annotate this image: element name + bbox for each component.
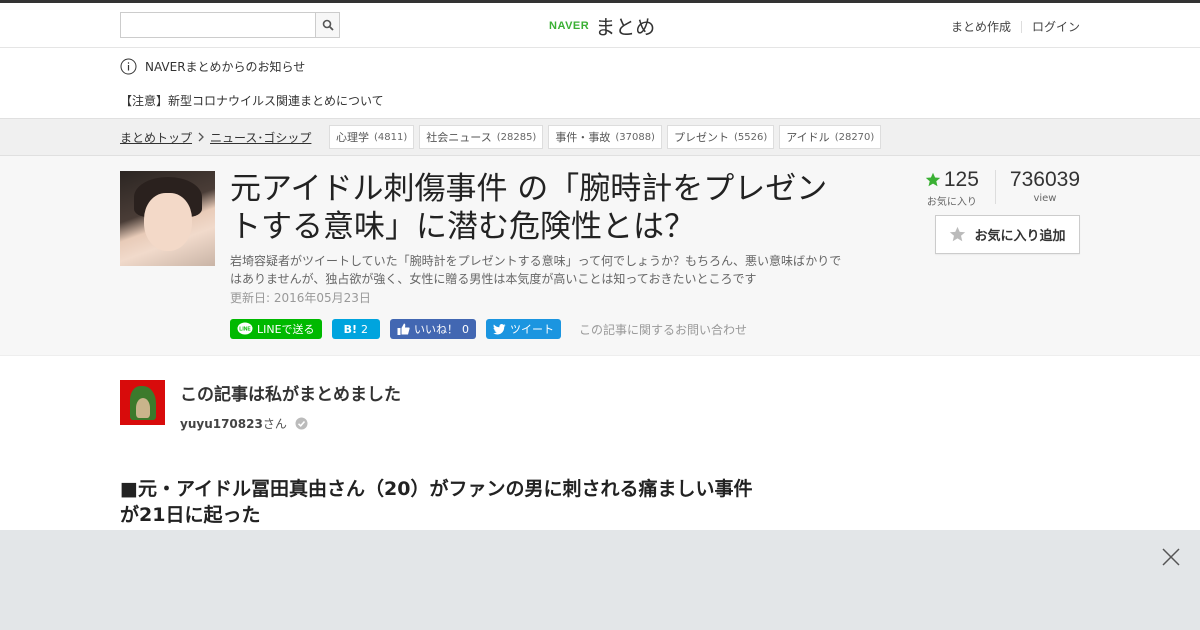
info-icon bbox=[120, 58, 137, 75]
breadcrumb-category[interactable]: ニュース･ゴシップ bbox=[210, 129, 311, 146]
facebook-like-button[interactable]: いいね！ 0 bbox=[389, 319, 476, 339]
line-share-button[interactable]: LINE LINEで送る bbox=[230, 319, 322, 339]
tag-label: 事件・事故 bbox=[555, 131, 611, 144]
verified-check-icon bbox=[295, 417, 308, 430]
hatena-count: 2 bbox=[360, 322, 368, 336]
search-input[interactable] bbox=[120, 12, 315, 38]
tag-count: (28270) bbox=[834, 131, 875, 143]
breadcrumb-bar: まとめトップ ニュース･ゴシップ 心理学 (4811) 社会ニュース (28285)… bbox=[0, 118, 1200, 156]
tag-psychology[interactable]: 心理学 (4811) bbox=[329, 125, 415, 149]
tag-label: 心理学 bbox=[336, 131, 369, 144]
tweet-label: ツイート bbox=[509, 323, 554, 336]
svg-text:LINE: LINE bbox=[239, 327, 251, 333]
favorites-count: 125 bbox=[943, 168, 979, 191]
views-count: 736039 bbox=[1009, 168, 1080, 191]
thumbs-up-icon bbox=[397, 323, 410, 335]
favorites-label: お気に入り bbox=[926, 197, 977, 208]
facebook-like-label: いいね！ bbox=[413, 323, 458, 336]
tag-social-news[interactable]: 社会ニュース (28285) bbox=[419, 125, 544, 149]
notice-header: NAVERまとめからのお知らせ bbox=[120, 58, 305, 75]
twitter-bird-icon bbox=[492, 323, 506, 335]
author-heading: この記事は私がまとめました bbox=[180, 385, 401, 405]
search-button[interactable] bbox=[315, 12, 340, 38]
tag-count: (37088) bbox=[615, 131, 655, 143]
favorites-stat: 125 お気に入り bbox=[925, 168, 979, 208]
tag-label: プレゼント bbox=[673, 131, 729, 144]
notice-area: NAVERまとめからのお知らせ 【注意】新型コロナウイルス関連まとめについて bbox=[0, 48, 1200, 118]
tag-count: (28285) bbox=[496, 131, 537, 143]
tag-label: 社会ニュース bbox=[426, 131, 492, 144]
article-header: 元アイドル刺傷事件 の「腕時計をプレゼントする意味」に潜む危険性とは？ 岩埼容疑… bbox=[0, 156, 1200, 356]
tweet-button[interactable]: ツイート bbox=[485, 319, 561, 339]
avatar-figure-detail bbox=[136, 398, 150, 418]
hatena-icon: B! bbox=[343, 322, 357, 336]
article-title: 元アイドル刺傷事件 の「腕時計をプレゼントする意味」に潜む危険性とは？ bbox=[230, 171, 828, 245]
login-link[interactable]: ログイン bbox=[1032, 18, 1080, 35]
stats-divider bbox=[994, 170, 996, 204]
header-links: まとめ作成 ログイン bbox=[951, 18, 1080, 35]
line-icon: LINE bbox=[237, 322, 253, 335]
article-stats: 125 お気に入り 736039 view bbox=[925, 168, 1080, 208]
facebook-like-count: 0 bbox=[461, 322, 469, 336]
tag-incidents[interactable]: 事件・事故 (37088) bbox=[548, 125, 662, 149]
breadcrumb: まとめトップ ニュース･ゴシップ bbox=[120, 129, 311, 146]
tag-count: (4811) bbox=[374, 131, 408, 143]
author-name-row: yuyu170823さん bbox=[180, 415, 401, 432]
author-block: この記事は私がまとめました yuyu170823さん bbox=[120, 380, 401, 432]
chevron-right-icon bbox=[198, 131, 204, 145]
tag-list: 心理学 (4811) 社会ニュース (28285) 事件・事故 (37088) プレゼ… bbox=[329, 125, 882, 149]
updated-date: 更新日: 2016年05月23日 bbox=[230, 291, 371, 305]
hatena-bookmark-button[interactable]: B! 2 bbox=[331, 319, 380, 339]
star-outline-icon bbox=[950, 226, 966, 242]
thumbnail-face bbox=[144, 193, 192, 251]
article-thumbnail[interactable] bbox=[120, 171, 215, 266]
bottom-ad-banner bbox=[0, 530, 1200, 630]
notice-link[interactable]: 【注意】新型コロナウイルス関連まとめについて bbox=[120, 92, 384, 109]
search-icon bbox=[322, 19, 334, 31]
close-icon[interactable] bbox=[1162, 548, 1180, 566]
tag-label: アイドル bbox=[786, 131, 830, 144]
article-description: 岩埼容疑者がツイートしていた「腕時計をプレゼントする意味」って何でしょうか？もち… bbox=[230, 254, 842, 286]
section-heading: ■元・アイドル冨田真由さん（20）がファンの男に刺される痛ましい事件が21日に起… bbox=[120, 478, 753, 526]
author-honorific: さん bbox=[262, 417, 287, 431]
contact-link[interactable]: この記事に関するお問い合わせ bbox=[579, 321, 747, 338]
create-matome-link[interactable]: まとめ作成 bbox=[951, 18, 1011, 35]
header-divider bbox=[1020, 20, 1022, 33]
author-name[interactable]: yuyu170823 bbox=[180, 417, 263, 431]
tag-idol[interactable]: アイドル (28270) bbox=[779, 125, 882, 149]
add-favorite-label: お気に入り追加 bbox=[974, 229, 1066, 244]
logo-name: まとめ bbox=[595, 15, 656, 39]
search-box bbox=[120, 12, 340, 38]
social-buttons: LINE LINEで送る B! 2 いいね！ 0 ツイート この記事に関するお問… bbox=[230, 319, 747, 339]
breadcrumb-top[interactable]: まとめトップ bbox=[120, 129, 192, 146]
views-label: view bbox=[1033, 193, 1057, 204]
star-icon bbox=[925, 172, 941, 187]
logo-brand: NAVER bbox=[549, 19, 590, 32]
notice-title: NAVERまとめからのお知らせ bbox=[145, 60, 306, 74]
line-share-label: LINEで送る bbox=[257, 323, 315, 336]
site-header: NAVER まとめ まとめ作成 ログイン bbox=[0, 3, 1200, 48]
tag-count: (5526) bbox=[733, 131, 768, 143]
tag-present[interactable]: プレゼント (5526) bbox=[666, 125, 775, 149]
author-avatar[interactable] bbox=[120, 380, 165, 425]
add-favorite-button[interactable]: お気に入り追加 bbox=[935, 215, 1080, 254]
views-stat: 736039 view bbox=[1010, 168, 1080, 204]
site-logo[interactable]: NAVER まとめ bbox=[549, 11, 655, 40]
